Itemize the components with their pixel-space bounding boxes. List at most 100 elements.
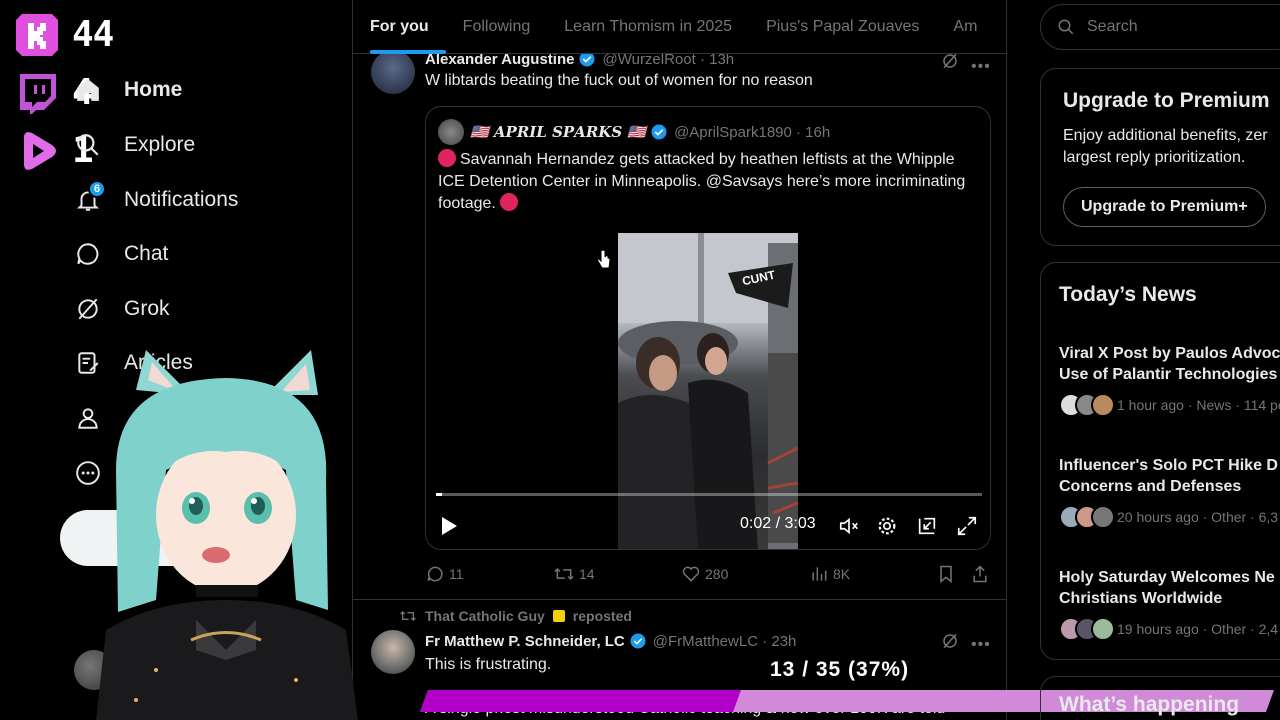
search-icon	[72, 129, 104, 161]
search-icon	[1058, 19, 1074, 35]
video-progress-bar[interactable]	[436, 493, 982, 496]
tab-papal-zouaves[interactable]: Pius's Papal Zouaves	[749, 0, 936, 54]
nav-label-grok: Grok	[124, 297, 170, 320]
kick-count: 44	[72, 14, 114, 55]
mute-icon[interactable]	[838, 515, 860, 537]
tweet-text: W libtards beating the fuck out of women…	[425, 72, 813, 89]
notification-badge: 6	[88, 180, 106, 198]
ruby-emoji-icon	[438, 149, 456, 167]
video-player[interactable]: CUNT 0:02 / 3:03	[426, 233, 990, 549]
quoted-tweet[interactable]: 🇺🇸 𝑨𝑷𝑹𝑰𝑳 𝑺𝑷𝑨𝑹𝑲𝑺 🇺🇸 @AprilSpark1890 · 16h…	[425, 106, 991, 550]
quoted-header: 🇺🇸 𝑨𝑷𝑹𝑰𝑳 𝑺𝑷𝑨𝑹𝑲𝑺 🇺🇸 @AprilSpark1890 · 16h	[470, 123, 830, 141]
whats-happening-title: What’s happening	[1059, 693, 1240, 716]
premium-panel: Upgrade to Premium Enjoy additional bene…	[1040, 68, 1280, 246]
nav-item-explore[interactable]: Explore	[72, 125, 195, 165]
timeline-tabs: For you Following Learn Thomism in 2025 …	[353, 0, 1006, 54]
nav-item-home[interactable]: Home	[72, 70, 182, 110]
tweet[interactable]: Alexander Augustine @WurzelRoot · 13h ••…	[353, 40, 1006, 600]
premium-title: Upgrade to Premium	[1063, 89, 1270, 112]
fullscreen-icon[interactable]	[956, 515, 978, 537]
kick-row: 44	[16, 14, 114, 56]
views-button[interactable]: 8K	[809, 564, 850, 584]
premium-description: Enjoy additional benefits, zer largest r…	[1063, 127, 1268, 166]
twitch-row: 4	[16, 72, 94, 114]
news-title: Today’s News	[1059, 283, 1197, 306]
news-avatars	[1059, 617, 1115, 641]
quoted-text: Savannah Hernandez gets attacked by heat…	[438, 149, 978, 215]
tab-learn-thomism[interactable]: Learn Thomism in 2025	[547, 0, 749, 54]
news-item[interactable]: Influencer's Solo PCT Hike D Concerns an…	[1059, 455, 1280, 529]
tweet-header: Fr Matthew P. Schneider, LC @FrMatthewLC…	[425, 632, 796, 650]
verified-icon	[630, 633, 646, 649]
views-icon	[812, 567, 827, 581]
stream-progress-text: 13 / 35 (37%)	[770, 658, 910, 681]
repost-count: 14	[579, 566, 595, 582]
bookmark-icon[interactable]	[937, 564, 959, 584]
reply-button[interactable]: 11	[425, 564, 464, 584]
more-options-icon[interactable]: •••	[971, 636, 991, 654]
tab-am[interactable]: Am	[936, 0, 994, 54]
verified-icon	[651, 124, 667, 140]
grok-icon[interactable]	[941, 52, 959, 75]
share-icon[interactable]	[971, 564, 993, 584]
nav-label-chat: Chat	[124, 242, 169, 265]
repost-label: reposted	[572, 608, 632, 624]
author-name[interactable]: Fr Matthew P. Schneider, LC	[425, 633, 625, 650]
picture-in-picture-icon[interactable]	[916, 515, 938, 537]
twitch-icon	[16, 72, 58, 114]
tab-following[interactable]: Following	[446, 0, 548, 54]
quoted-author-avatar	[438, 119, 464, 145]
kick-icon	[16, 14, 58, 56]
nav-label-explore: Explore	[124, 133, 196, 156]
search-placeholder: Search	[1087, 18, 1138, 35]
author-avatar[interactable]	[371, 50, 415, 94]
author-avatar[interactable]	[371, 630, 415, 674]
tab-for-you[interactable]: For you	[353, 0, 446, 54]
nav-item-chat[interactable]: Chat	[72, 234, 168, 274]
quoted-author-handle: @AprilSpark1890 · 16h	[674, 123, 831, 141]
news-avatars	[1059, 505, 1115, 529]
tweet-text: This is frustrating.	[425, 656, 552, 673]
repost-button[interactable]: 14	[553, 564, 595, 584]
nav-label-home: Home	[124, 78, 183, 101]
repost-context: That Catholic Guy reposted	[399, 608, 632, 624]
news-item[interactable]: Holy Saturday Welcomes Ne Christians Wor…	[1059, 567, 1280, 641]
nav-item-grok[interactable]: Grok	[72, 289, 170, 329]
play-icon[interactable]	[438, 515, 460, 537]
news-item[interactable]: Viral X Post by Paulos Advoc Use of Pala…	[1059, 343, 1280, 417]
more-options-icon[interactable]: •••	[971, 58, 991, 76]
settings-gear-icon[interactable]	[876, 515, 898, 537]
whats-happening-panel: What’s happening	[1040, 676, 1280, 720]
reply-count: 11	[449, 566, 464, 582]
grok-icon[interactable]	[941, 632, 959, 655]
search-input[interactable]: Search	[1040, 4, 1280, 50]
cursor-hand-icon	[596, 249, 612, 275]
repost-icon	[400, 611, 416, 621]
nav-item-notifications[interactable]: 6 Notifications	[72, 180, 238, 220]
heart-icon	[682, 566, 700, 582]
ruby-emoji-icon	[499, 193, 518, 211]
rumble-row: 1	[16, 130, 94, 172]
vtuber-avatar-image	[96, 350, 376, 720]
news-avatars	[1059, 393, 1115, 417]
grok-icon	[72, 293, 104, 325]
video-frame: CUNT	[618, 233, 798, 549]
bell-icon: 6	[72, 180, 106, 216]
chat-icon	[72, 238, 104, 270]
video-time: 0:02 / 3:03	[740, 515, 816, 532]
home-icon	[72, 74, 104, 106]
nav-label-notifications: Notifications	[124, 188, 239, 211]
author-handle: @FrMatthewLC · 23h	[652, 632, 797, 650]
like-button[interactable]: 280	[681, 564, 728, 584]
yellow-square-icon	[552, 610, 565, 622]
views-count: 8K	[833, 566, 851, 582]
repost-icon	[554, 567, 574, 581]
rumble-icon	[16, 130, 58, 172]
main-feed: For you Following Learn Thomism in 2025 …	[352, 0, 1007, 720]
upgrade-premium-button[interactable]: Upgrade to Premium+	[1063, 187, 1266, 227]
reply-icon	[427, 566, 443, 582]
quoted-author-name: 🇺🇸 𝑨𝑷𝑹𝑰𝑳 𝑺𝑷𝑨𝑹𝑲𝑺 🇺🇸	[470, 123, 647, 141]
repost-by[interactable]: That Catholic Guy	[425, 608, 545, 624]
news-panel: Today’s News Viral X Post by Paulos Advo…	[1040, 262, 1280, 660]
like-count: 280	[705, 566, 729, 582]
